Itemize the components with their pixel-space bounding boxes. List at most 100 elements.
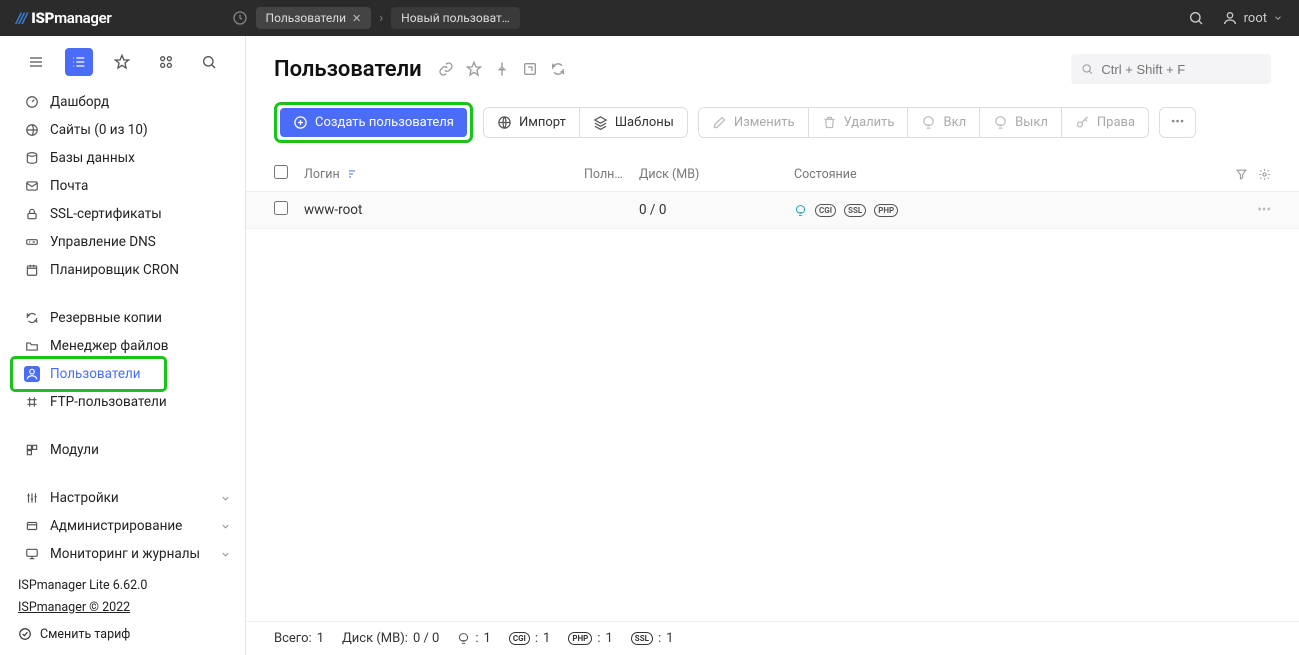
- disable-button[interactable]: Выкл: [979, 108, 1061, 137]
- page-head-icons: [438, 61, 566, 77]
- ftp-icon: [24, 394, 40, 410]
- breadcrumb-tab-newuser[interactable]: Новый пользоват…: [391, 7, 520, 29]
- pencil-icon: [712, 115, 727, 130]
- sidebar-item-label: Менеджер файлов: [50, 338, 169, 354]
- star-icon[interactable]: [108, 48, 136, 76]
- sidebar-item-calendar[interactable]: Планировщик CRON: [0, 256, 245, 284]
- table: Логин Полн… Диск (MB) Состояние www-root…: [246, 157, 1299, 621]
- edit-button[interactable]: Изменить: [699, 108, 808, 137]
- topbar: /// ISPmanager Пользователи ✕ › Новый по…: [0, 0, 1299, 36]
- delete-button[interactable]: Удалить: [808, 108, 908, 137]
- list-view-icon[interactable]: [65, 48, 93, 76]
- enable-label: Вкл: [943, 115, 966, 130]
- templates-button[interactable]: Шаблоны: [579, 108, 687, 137]
- sidebar-item-refresh[interactable]: Резервные копии: [0, 304, 245, 332]
- pin-icon[interactable]: [494, 61, 510, 77]
- create-user-label: Создать пользователя: [315, 115, 454, 130]
- sidebar-item-label: Настройки: [50, 490, 119, 506]
- sidebar-item-label: SSL-сертификаты: [50, 206, 162, 222]
- user-menu[interactable]: root: [1222, 10, 1283, 26]
- bulb-off-icon: [993, 115, 1008, 130]
- change-plan-button[interactable]: Сменить тариф: [18, 624, 229, 645]
- sidebar-item-admin[interactable]: Администрирование: [0, 512, 245, 540]
- user-label: root: [1244, 11, 1267, 26]
- sidebar-item-label: FTP-пользователи: [50, 394, 167, 410]
- sidebar-item-user[interactable]: Пользователи: [0, 360, 245, 388]
- sidebar-item-label: Сайты (0 из 10): [50, 122, 148, 138]
- import-templates-group: Импорт Шаблоны: [483, 107, 688, 138]
- refresh-icon: [24, 310, 40, 326]
- newwindow-icon[interactable]: [522, 61, 538, 77]
- sidebar-item-globe[interactable]: Сайты (0 из 10): [0, 116, 245, 144]
- actions-group: Изменить Удалить Вкл Выкл Права: [698, 107, 1149, 138]
- sidebar-item-label: Базы данных: [50, 150, 135, 166]
- apps-icon[interactable]: [152, 48, 180, 76]
- user-icon: [24, 366, 40, 382]
- total-label: Всего:: [274, 631, 312, 646]
- sidebar-item-label: Резервные копии: [50, 310, 162, 326]
- breadcrumb-tab-label: Новый пользоват…: [401, 11, 510, 25]
- row-checkbox[interactable]: [274, 201, 288, 215]
- chevron-down-icon: [220, 493, 231, 504]
- col-state-header[interactable]: Состояние: [794, 167, 1221, 182]
- menu-icon[interactable]: [22, 48, 50, 76]
- cgi-icon: CGI: [815, 204, 836, 217]
- col-full-header[interactable]: Полн…: [584, 167, 639, 182]
- php-count: 1: [605, 631, 612, 646]
- templates-label: Шаблоны: [615, 115, 674, 130]
- gear-icon[interactable]: [1258, 168, 1271, 181]
- version-label: ISPmanager Lite 6.62.0: [18, 575, 229, 596]
- sidebar-item-module[interactable]: Модули: [0, 436, 245, 464]
- disk-value: 0 / 0: [413, 631, 439, 646]
- sidebar-item-monitor[interactable]: Мониторинг и журналы: [0, 540, 245, 565]
- close-icon[interactable]: ✕: [352, 12, 361, 25]
- sidebar-item-mail[interactable]: Почта: [0, 172, 245, 200]
- history-icon[interactable]: [232, 10, 248, 26]
- sidebar-footer: ISPmanager Lite 6.62.0 ISPmanager © 2022…: [0, 565, 245, 655]
- globe-icon: [497, 115, 512, 130]
- row-more-button[interactable]: •••: [1257, 202, 1271, 218]
- import-button[interactable]: Импорт: [484, 108, 579, 137]
- refresh-icon[interactable]: [550, 61, 566, 77]
- create-user-button[interactable]: Создать пользователя: [280, 108, 467, 137]
- sidebar-item-ftp[interactable]: FTP-пользователи: [0, 388, 245, 416]
- col-login-header[interactable]: Логин: [304, 167, 584, 182]
- copyright-link[interactable]: ISPmanager © 2022: [18, 600, 130, 615]
- search-icon[interactable]: [1188, 10, 1204, 26]
- sidebar-item-label: Почта: [50, 178, 88, 194]
- breadcrumb: Пользователи ✕ › Новый пользоват…: [232, 7, 520, 29]
- sidebar-item-db[interactable]: Базы данных: [0, 144, 245, 172]
- star-icon[interactable]: [466, 61, 482, 77]
- sidebar-item-folder[interactable]: Менеджер файлов: [0, 332, 245, 360]
- sidebar-item-label: Управление DNS: [50, 234, 156, 250]
- table-row[interactable]: www-root0 / 0CGISSLPHP•••: [246, 192, 1299, 229]
- page-header: Пользователи: [246, 36, 1299, 92]
- filter-icon[interactable]: [1235, 168, 1248, 181]
- sidebar-item-label: Мониторинг и журналы: [50, 546, 200, 562]
- cgi-icon: CGI: [509, 632, 530, 645]
- toolbar-more-button[interactable]: •••: [1159, 107, 1196, 138]
- sidebar-item-label: Модули: [50, 442, 99, 458]
- chevron-right-icon: ›: [379, 11, 383, 26]
- breadcrumb-tab-users[interactable]: Пользователи ✕: [256, 7, 372, 29]
- enable-button[interactable]: Вкл: [907, 108, 979, 137]
- select-all-checkbox[interactable]: [274, 165, 288, 179]
- sidebar-item-label: Администрирование: [50, 518, 182, 534]
- sidebar-item-gauge[interactable]: Дашборд: [0, 88, 245, 116]
- sidebar-item-dns[interactable]: Управление DNS: [0, 228, 245, 256]
- link-icon[interactable]: [438, 61, 454, 77]
- template-icon: [593, 115, 608, 130]
- col-disk-header[interactable]: Диск (MB): [639, 167, 794, 182]
- logo-text-bold: ISP: [31, 9, 54, 27]
- rights-button[interactable]: Права: [1061, 108, 1148, 137]
- php-icon: PHP: [568, 632, 592, 645]
- page-search[interactable]: [1071, 54, 1271, 84]
- search-icon[interactable]: [195, 48, 223, 76]
- search-input[interactable]: [1101, 62, 1261, 77]
- row-disk: 0 / 0: [639, 202, 794, 218]
- sidebar-item-lock[interactable]: SSL-сертификаты: [0, 200, 245, 228]
- disable-label: Выкл: [1015, 115, 1048, 130]
- sidebar-item-sliders[interactable]: Настройки: [0, 484, 245, 512]
- sidebar-item-label: Пользователи: [50, 366, 141, 382]
- bulb-icon: [921, 115, 936, 130]
